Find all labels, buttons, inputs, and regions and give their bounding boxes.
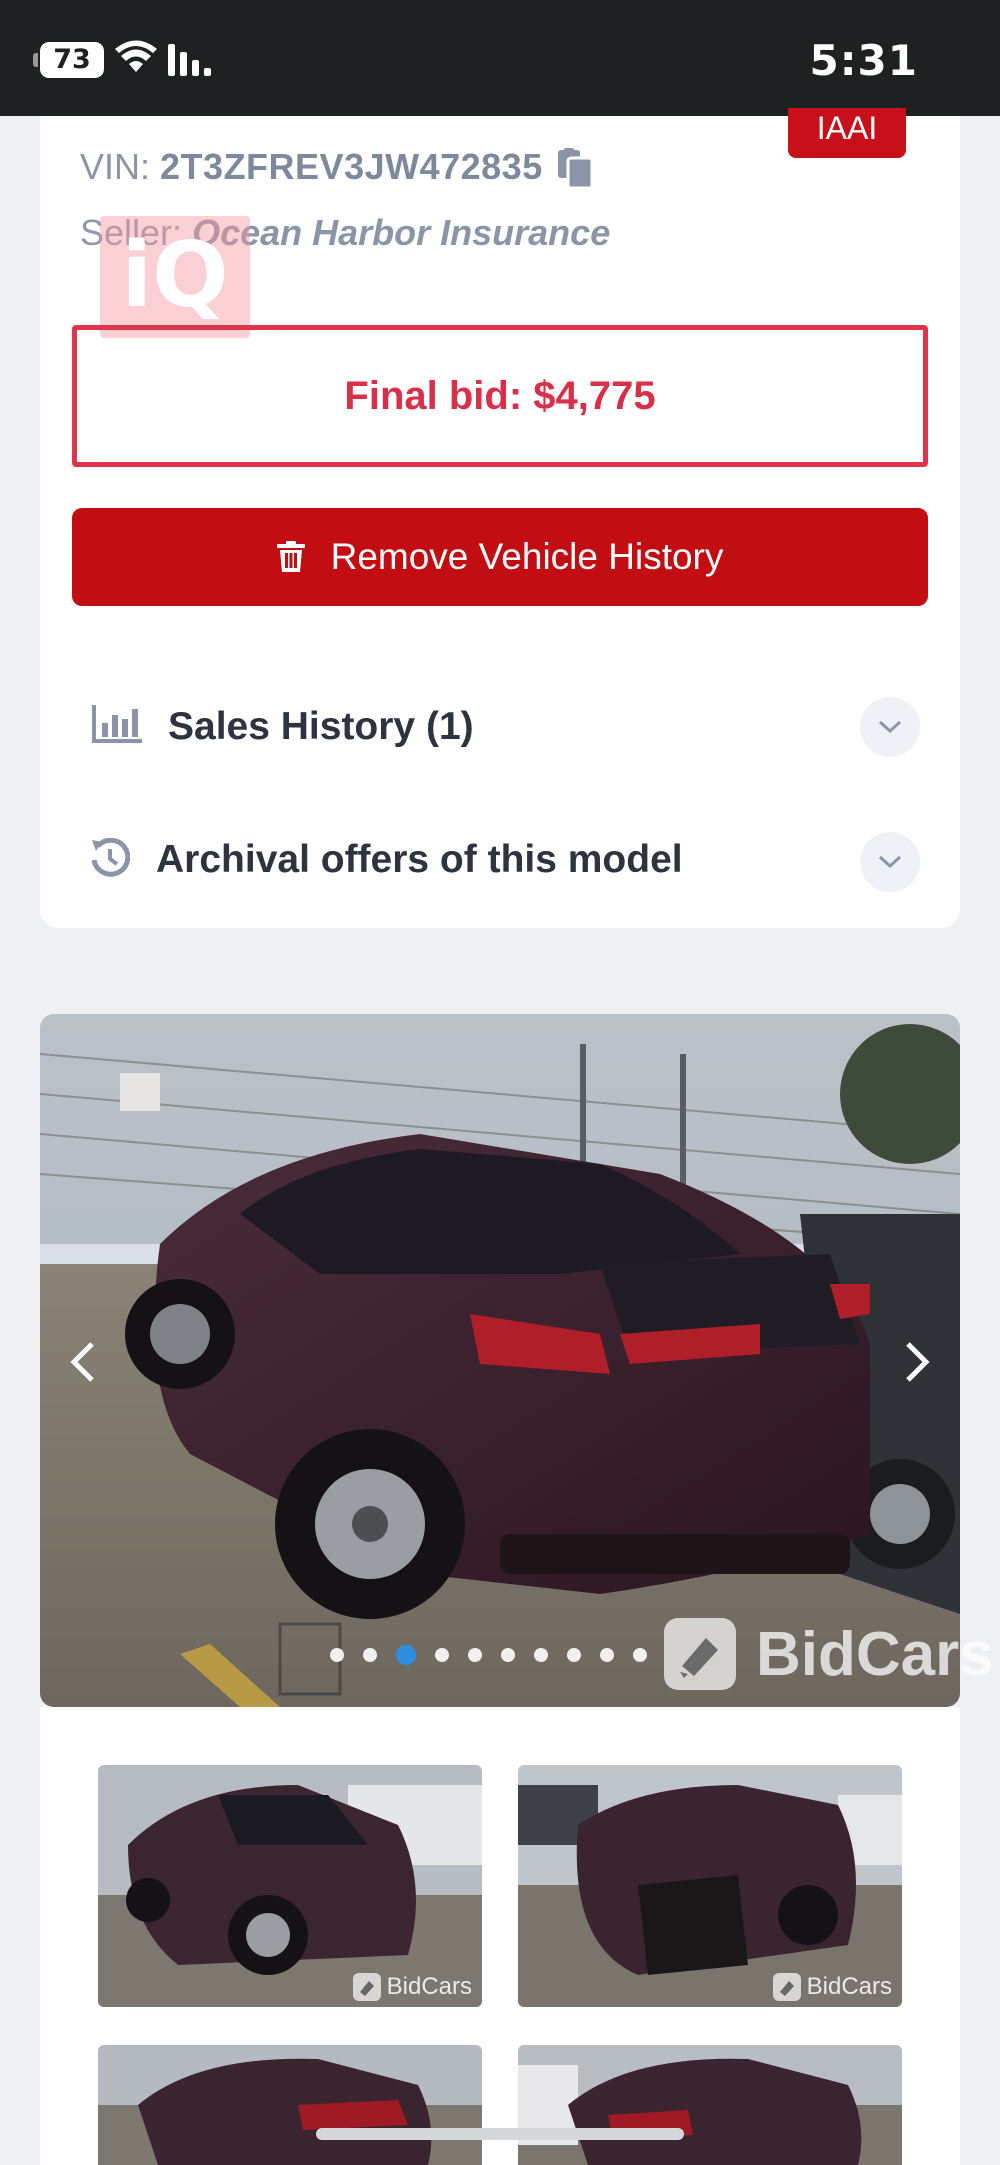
sales-history-label: Sales History (1): [168, 705, 474, 748]
wifi-icon: [115, 40, 157, 72]
vin-line: VIN: 2T3ZFREV3JW472835: [80, 146, 543, 188]
thumbnail-3[interactable]: [98, 2045, 482, 2165]
carousel-next-arrow[interactable]: [896, 1340, 936, 1384]
archival-offers-label: Archival offers of this model: [156, 838, 683, 881]
thumbnail-1[interactable]: BidCars: [98, 1765, 482, 2007]
carousel-dot-4[interactable]: [435, 1648, 449, 1662]
carousel-dot-8[interactable]: [567, 1648, 581, 1662]
bidcars-logo-icon: [772, 1973, 801, 2001]
carousel-dot-10[interactable]: [633, 1648, 647, 1662]
chevron-down-icon[interactable]: [860, 832, 920, 892]
carousel-dot-1[interactable]: [330, 1648, 344, 1662]
carousel-prev-arrow[interactable]: [64, 1340, 104, 1384]
battery-indicator: 73: [33, 42, 104, 78]
clock: 5:31: [809, 36, 918, 85]
carousel-dot-5[interactable]: [468, 1648, 482, 1662]
final-bid-box: Final bid: $4,775: [72, 325, 928, 467]
archival-offers-accordion[interactable]: Archival offers of this model: [40, 796, 960, 928]
carousel-pagination: [330, 1645, 647, 1665]
seller-value: Ocean Harbor Insurance: [192, 212, 611, 253]
carousel-dot-6[interactable]: [501, 1648, 515, 1662]
thumbnail-4[interactable]: [518, 2045, 902, 2165]
sales-history-accordion[interactable]: Sales History (1): [40, 661, 960, 793]
thumbnail-2[interactable]: BidCars: [518, 1765, 902, 2007]
iq-watermark-logo: iQ: [100, 216, 250, 338]
bidcars-watermark: BidCars: [662, 1616, 994, 1692]
signal-icon: [168, 44, 211, 76]
chevron-down-icon[interactable]: [860, 697, 920, 757]
copy-icon[interactable]: [556, 148, 596, 190]
carousel-dot-3[interactable]: [396, 1645, 416, 1665]
thumbnail-watermark-text: BidCars: [806, 1973, 892, 2000]
carousel-dot-2[interactable]: [363, 1648, 377, 1662]
vehicle-main-photo: [40, 1014, 960, 1707]
thumbnail-watermark-text: BidCars: [386, 1973, 472, 2000]
bidcars-watermark-text: BidCars: [756, 1619, 994, 1689]
status-bar: 73 5:31: [0, 0, 1000, 116]
history-icon: [91, 838, 130, 877]
carousel-dot-9[interactable]: [600, 1648, 614, 1662]
bidcars-logo-icon: [352, 1973, 381, 2001]
home-indicator: [316, 2128, 684, 2140]
auction-badge: IAAI: [788, 108, 906, 158]
thumbnail-watermark: BidCars: [772, 1973, 892, 2001]
trash-icon: [276, 541, 305, 572]
remove-vehicle-history-button[interactable]: Remove Vehicle History: [72, 508, 928, 606]
bidcars-logo-icon: [664, 1618, 736, 1690]
vin-value: 2T3ZFREV3JW472835: [160, 146, 543, 187]
thumbnail-watermark: BidCars: [352, 1973, 472, 2001]
vin-label: VIN:: [80, 146, 151, 187]
carousel-dot-7[interactable]: [534, 1648, 548, 1662]
vehicle-photo-carousel[interactable]: [40, 1014, 960, 1707]
bar-chart-icon: [92, 705, 142, 743]
remove-button-label: Remove Vehicle History: [330, 536, 724, 577]
